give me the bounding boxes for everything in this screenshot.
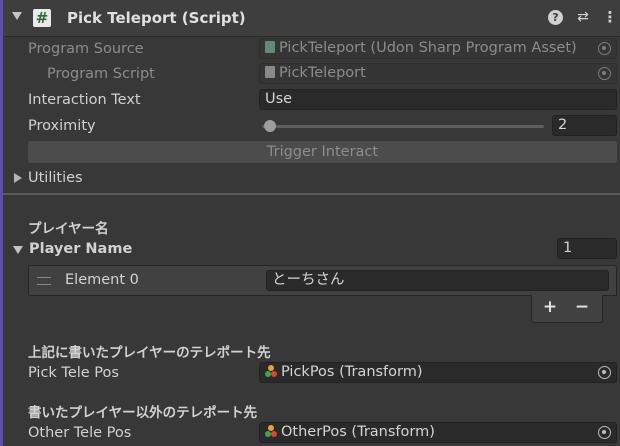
element-0-label: Element 0: [65, 272, 139, 288]
remove-element-button[interactable]: −: [572, 297, 592, 317]
player-name-foldout-icon[interactable]: [13, 246, 23, 254]
component-header[interactable]: # Pick Teleport (Script) ? ⇄ ⋮: [3, 0, 620, 37]
proximity-label: Proximity: [28, 118, 96, 134]
component-title: Pick Teleport (Script): [67, 9, 246, 27]
program-source-label: Program Source: [28, 41, 144, 57]
transform-icon: [265, 425, 277, 437]
list-footer: + −: [531, 295, 603, 323]
add-element-button[interactable]: +: [540, 297, 560, 317]
pick-tele-pos-value: PickPos (Transform): [281, 364, 423, 380]
utilities-foldout-icon[interactable]: [14, 173, 22, 183]
trigger-interact-button[interactable]: Trigger Interact: [28, 141, 617, 163]
context-menu-icon[interactable]: ⋮: [602, 9, 618, 25]
player-name-label[interactable]: Player Name: [29, 241, 132, 257]
pick-tele-pos-field[interactable]: PickPos (Transform): [259, 362, 617, 383]
element-0-input[interactable]: とーちさん: [266, 270, 609, 291]
object-picker-icon[interactable]: [598, 426, 611, 439]
object-picker-icon: [598, 67, 611, 80]
script-file-icon: [265, 66, 275, 78]
program-source-value: PickTeleport (Udon Sharp Program Asset): [279, 40, 577, 56]
help-icon[interactable]: ?: [548, 10, 563, 25]
interaction-text-label: Interaction Text: [28, 92, 141, 108]
program-script-field: PickTeleport: [259, 63, 617, 84]
utilities-foldout[interactable]: Utilities: [28, 170, 83, 186]
proximity-number-field[interactable]: 2: [552, 115, 617, 136]
interaction-text-input[interactable]: Use: [259, 89, 617, 110]
separator: [3, 193, 620, 195]
transform-icon: [265, 365, 277, 377]
program-script-label: Program Script: [47, 66, 155, 82]
player-name-list: Element 0 とーちさん: [28, 265, 617, 296]
pick-tele-pos-label: Pick Tele Pos: [28, 365, 119, 381]
program-source-field: PickTeleport (Udon Sharp Program Asset): [259, 38, 617, 59]
pick-section-header: 上記に書いたプレイヤーのテレポート先: [28, 345, 271, 361]
player-section-header: プレイヤー名: [28, 221, 109, 237]
object-picker-icon: [598, 42, 611, 55]
other-tele-pos-label: Other Tele Pos: [28, 425, 132, 441]
drag-handle-icon[interactable]: [37, 277, 51, 285]
proximity-slider-handle[interactable]: [264, 120, 276, 132]
object-picker-icon[interactable]: [598, 366, 611, 379]
proximity-slider[interactable]: [262, 125, 544, 128]
udon-asset-icon: [265, 41, 275, 53]
other-section-header: 書いたプレイヤー以外のテレポート先: [28, 405, 258, 421]
foldout-arrow-icon[interactable]: [12, 12, 22, 20]
program-script-value: PickTeleport: [279, 65, 366, 81]
script-enable-checkbox[interactable]: #: [33, 9, 51, 27]
component-accent-bar: [0, 0, 3, 446]
player-name-size-field[interactable]: 1: [557, 238, 617, 259]
other-tele-pos-field[interactable]: OtherPos (Transform): [259, 422, 617, 443]
presets-icon[interactable]: ⇄: [575, 9, 591, 25]
other-tele-pos-value: OtherPos (Transform): [281, 424, 435, 440]
